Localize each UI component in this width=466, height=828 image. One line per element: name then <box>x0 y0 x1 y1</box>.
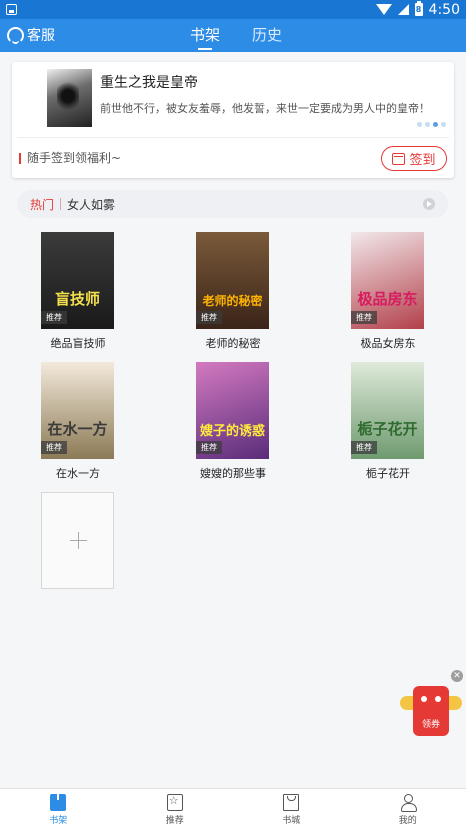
system-tray: 8 4:50 <box>375 1 460 18</box>
recommend-badge: 推荐 <box>41 441 67 454</box>
close-icon[interactable]: ✕ <box>451 670 463 682</box>
recommend-book-cover[interactable] <box>47 69 92 127</box>
recommend-card[interactable]: 重生之我是皇帝 前世他不行，被女友羞辱，他发誓，来世一定要成为男人中的皇帝！ 随… <box>12 62 454 178</box>
wifi-icon <box>375 4 392 15</box>
nav-label: 我的 <box>398 816 417 826</box>
add-book-button[interactable] <box>41 492 114 589</box>
bottom-navigation: 书架 推荐 书城 我的 <box>0 788 466 828</box>
nav-store[interactable]: 书城 <box>233 789 350 828</box>
book-title: 嫂嫂的那些事 <box>200 467 266 480</box>
book-cover[interactable]: 盲技师 推荐 <box>41 232 114 329</box>
recommend-book-title: 重生之我是皇帝 <box>100 75 198 91</box>
cover-title: 老师的秘密 <box>202 294 263 308</box>
battery-level: 8 <box>415 5 422 14</box>
signin-label: 签到 <box>409 153 436 168</box>
signin-prompt: 随手签到领福利~ <box>19 152 121 164</box>
nav-label: 推荐 <box>165 816 184 826</box>
divider <box>60 198 61 210</box>
book-cover[interactable]: 在水一方 推荐 <box>41 362 114 459</box>
recommend-badge: 推荐 <box>351 441 377 454</box>
book-title: 极品女房东 <box>360 337 416 350</box>
header-tabs: 书架 历史 <box>190 24 282 50</box>
cover-title: 在水一方 <box>47 420 108 438</box>
carousel-dot <box>441 122 446 127</box>
hot-tag: 热门 <box>30 198 55 212</box>
status-time: 4:50 <box>428 1 460 18</box>
cover-title: 栀子花开 <box>357 420 418 438</box>
cover-title: 极品房东 <box>357 290 418 308</box>
coupon-float-button[interactable]: 领券 <box>400 686 462 738</box>
cover-title: 盲技师 <box>54 290 100 308</box>
recommend-badge: 推荐 <box>196 441 222 454</box>
signin-button[interactable]: 签到 <box>381 146 447 171</box>
hot-book-bar[interactable]: 热门 女人如雾 <box>17 190 448 218</box>
nav-bookshelf[interactable]: 书架 <box>0 789 117 828</box>
carousel-dot <box>425 122 430 127</box>
bookshelf-icon <box>50 794 67 811</box>
recommend-badge: 推荐 <box>351 311 377 324</box>
app-header: 客服 书架 历史 <box>0 19 466 52</box>
battery-icon: 8 <box>414 1 423 16</box>
nav-label: 书架 <box>49 816 68 826</box>
coupon-eyes <box>421 696 441 702</box>
book-title: 老师的秘密 <box>205 337 261 350</box>
recommend-icon <box>166 794 183 811</box>
headset-icon <box>7 26 24 44</box>
signal-icon <box>397 4 409 15</box>
book-title: 在水一方 <box>56 467 100 480</box>
customer-service-label: 客服 <box>27 28 55 44</box>
tab-history[interactable]: 历史 <box>252 24 282 45</box>
nav-recommend[interactable]: 推荐 <box>117 789 234 828</box>
recommend-book-description: 前世他不行，被女友羞辱，他发誓，来世一定要成为男人中的皇帝！ <box>100 102 430 115</box>
book-cover[interactable]: 栀子花开 推荐 <box>351 362 424 459</box>
cover-title: 嫂子的诱惑 <box>200 424 266 439</box>
notification-icon <box>6 4 17 15</box>
recommend-badge: 推荐 <box>196 311 222 324</box>
carousel-indicator <box>417 122 446 127</box>
arrow-right-icon <box>423 198 435 210</box>
calendar-icon <box>392 152 406 165</box>
coupon-label: 领券 <box>421 720 440 730</box>
customer-service-button[interactable]: 客服 <box>7 25 55 45</box>
profile-icon <box>400 794 417 812</box>
status-bar: 8 4:50 <box>0 0 466 19</box>
tab-bookshelf[interactable]: 书架 <box>190 24 220 50</box>
store-icon <box>283 794 300 811</box>
carousel-dot-active <box>433 122 438 127</box>
nav-profile[interactable]: 我的 <box>350 789 466 828</box>
recommend-badge: 推荐 <box>41 311 67 324</box>
book-cover[interactable]: 嫂子的诱惑 推荐 <box>196 362 269 459</box>
nav-label: 书城 <box>282 816 301 826</box>
coupon-icon: 领券 <box>413 686 449 736</box>
hot-book-title: 女人如雾 <box>67 198 116 212</box>
book-cover[interactable]: 极品房东 推荐 <box>351 232 424 329</box>
carousel-dot <box>417 122 422 127</box>
bookshelf-page: 重生之我是皇帝 前世他不行，被女友羞辱，他发誓，来世一定要成为男人中的皇帝！ 随… <box>0 52 466 788</box>
book-cover[interactable]: 老师的秘密 推荐 <box>196 232 269 329</box>
divider <box>17 137 449 138</box>
book-title: 绝品盲技师 <box>50 337 106 350</box>
book-title: 栀子花开 <box>366 467 410 480</box>
plus-icon <box>78 532 79 549</box>
